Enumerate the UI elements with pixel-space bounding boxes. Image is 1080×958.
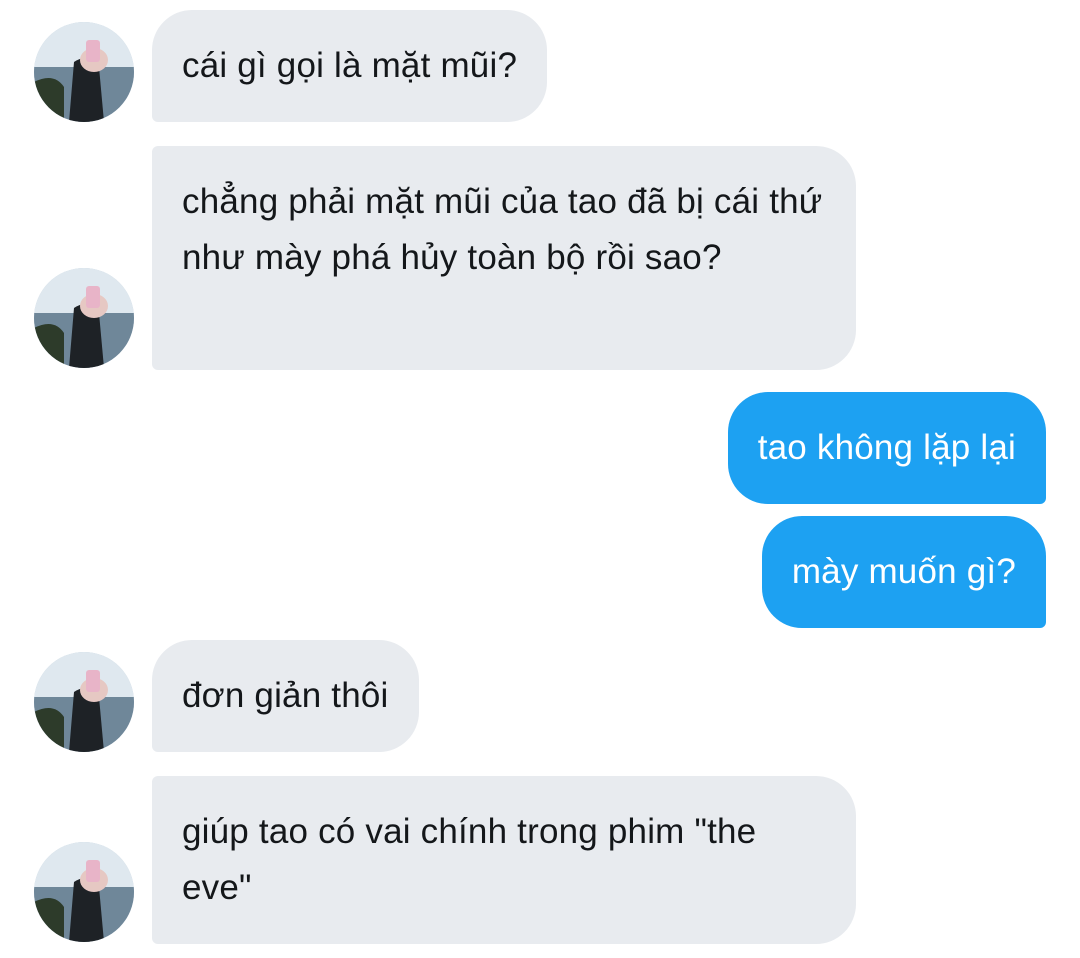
message-text: cái gì gọi là mặt mũi? xyxy=(182,46,518,85)
message-bubble[interactable]: giúp tao có vai chính trong phim "the ev… xyxy=(152,776,856,944)
message-text: giúp tao có vai chính trong phim "the ev… xyxy=(182,812,757,907)
message-bubble[interactable]: chẳng phải mặt mũi của tao đã bị cái thứ… xyxy=(152,146,856,370)
message-text: mày muốn gì? xyxy=(791,552,1016,591)
avatar-image xyxy=(34,842,134,942)
sender-avatar[interactable] xyxy=(34,842,134,942)
sender-avatar[interactable] xyxy=(34,268,134,368)
avatar-image xyxy=(34,652,134,752)
chat-thread: cái gì gọi là mặt mũi? chẳng phải mặt mũ… xyxy=(0,0,1080,958)
message-text: đơn giản thôi xyxy=(182,676,389,715)
message-text: tao không lặp lại xyxy=(757,428,1016,467)
message-bubble[interactable]: cái gì gọi là mặt mũi? xyxy=(152,10,548,122)
message-bubble-outgoing[interactable]: tao không lặp lại xyxy=(727,392,1046,504)
sender-avatar[interactable] xyxy=(34,652,134,752)
sender-avatar[interactable] xyxy=(34,22,134,122)
message-bubble-outgoing[interactable]: mày muốn gì? xyxy=(761,516,1046,628)
message-bubble[interactable]: đơn giản thôi xyxy=(152,640,419,752)
avatar-image xyxy=(34,268,134,368)
avatar-image xyxy=(34,22,134,122)
message-text: chẳng phải mặt mũi của tao đã bị cái thứ… xyxy=(182,182,823,277)
